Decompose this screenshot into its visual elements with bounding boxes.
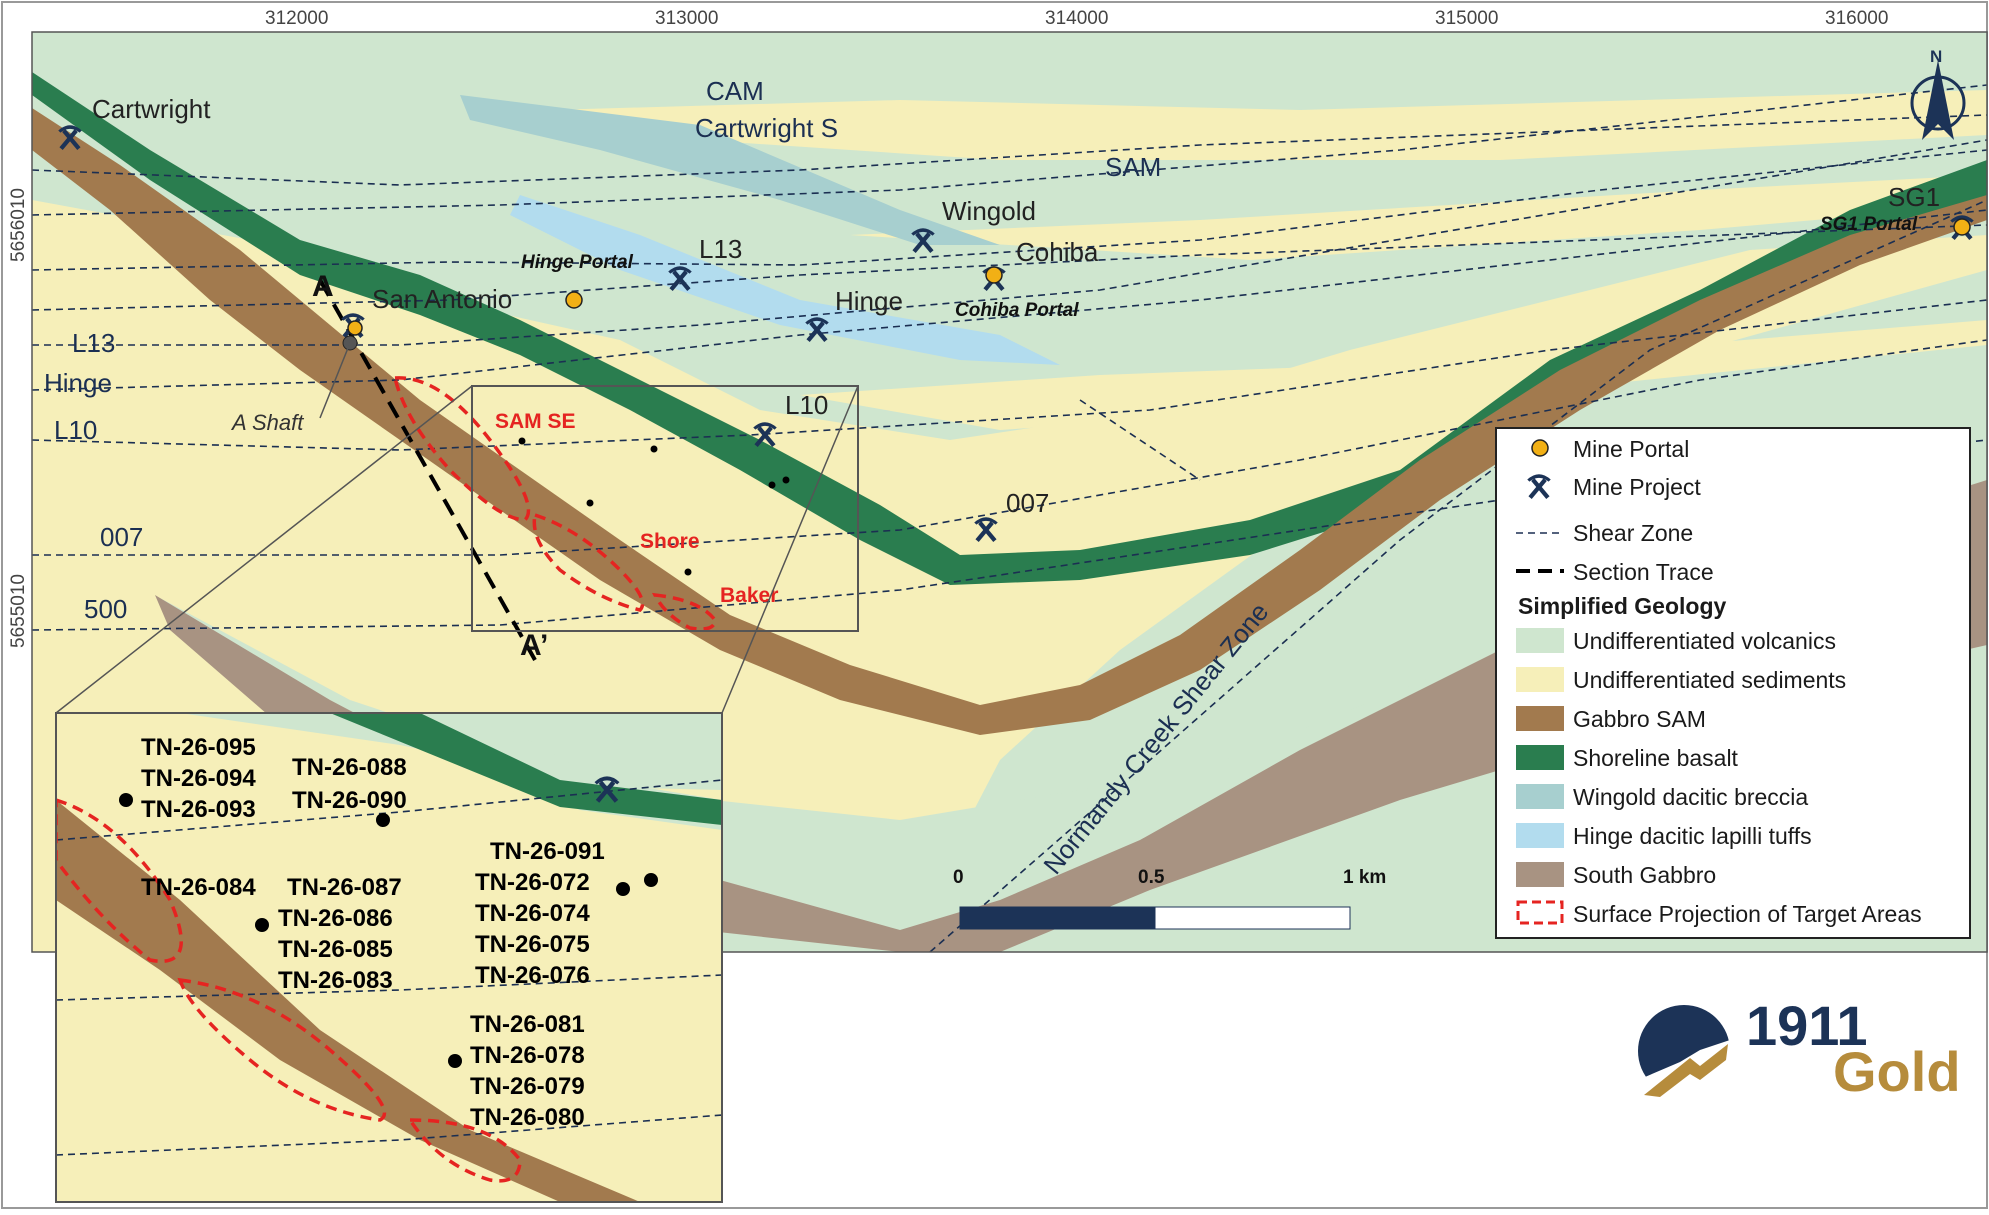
section-label-a-prime: A’	[520, 629, 548, 662]
hole-label: TN-26-088	[292, 754, 407, 781]
hole-label: TN-26-090	[292, 787, 407, 814]
map-svg: A A’ SAM SE Shore Baker CAM Cartwright S…	[1, 1, 1988, 1209]
hole-label: TN-26-091	[490, 838, 605, 865]
portal-marker	[985, 266, 1003, 284]
section-label-a: A	[312, 270, 334, 303]
hole-label: TN-26-087	[287, 874, 402, 901]
portal-marker	[347, 320, 363, 336]
geology-map-figure: A A’ SAM SE Shore Baker CAM Cartwright S…	[0, 0, 1989, 1210]
mine-label-007: 007	[1006, 488, 1049, 518]
target-label-sam-se: SAM SE	[495, 410, 576, 433]
logo-word: Gold	[1833, 1040, 1961, 1103]
scale-label-1km: 1 km	[1343, 867, 1386, 888]
portal-label-cohiba: Cohiba Portal	[955, 300, 1079, 321]
legend-target-areas: Surface Projection of Target Areas	[1573, 901, 1922, 927]
tick-northing: 5655010	[8, 574, 29, 648]
shear-label-cartwright-s: Cartwright S	[695, 113, 838, 143]
shear-label-007: 007	[100, 522, 143, 552]
legend-swatch	[1516, 862, 1564, 887]
legend-section-trace: Section Trace	[1573, 559, 1714, 585]
hole-label: TN-26-080	[470, 1104, 585, 1131]
scale-bar-dark	[959, 906, 1156, 930]
mine-label-san-antonio: San Antonio	[372, 284, 512, 314]
legend-portal-icon	[1531, 439, 1549, 457]
tick-easting: 312000	[265, 8, 328, 29]
mine-label-a-shaft: A Shaft	[230, 410, 304, 435]
target-label-shore: Shore	[640, 530, 700, 553]
hole-label: TN-26-093	[141, 796, 256, 823]
hole-label: TN-26-094	[141, 765, 256, 792]
hole-label: TN-26-078	[470, 1042, 585, 1069]
shear-label-cam: CAM	[706, 76, 764, 106]
hole-label: TN-26-081	[470, 1011, 585, 1038]
north-label: N	[1930, 47, 1942, 66]
scale-label-0: 0	[953, 867, 964, 888]
mine-label-sg1: SG1	[1888, 182, 1940, 212]
mine-label-l10: L10	[785, 390, 828, 420]
legend-wingold-breccia: Wingold dacitic breccia	[1573, 784, 1808, 810]
legend-hinge-tuffs: Hinge dacitic lapilli tuffs	[1573, 823, 1812, 849]
legend-swatch	[1516, 667, 1564, 692]
hole-group-1: TN-26-095 TN-26-094 TN-26-093	[141, 734, 256, 823]
legend-mine-project: Mine Project	[1573, 474, 1701, 500]
mine-label-cohiba: Cohiba	[1016, 237, 1099, 267]
shear-label-l10: L10	[54, 415, 97, 445]
tick-easting: 316000	[1825, 8, 1888, 29]
hole-label: TN-26-075	[475, 931, 590, 958]
legend-mine-portal: Mine Portal	[1573, 436, 1689, 462]
tick-easting: 313000	[655, 8, 718, 29]
portal-marker	[1953, 218, 1971, 236]
legend-undiff-volcanics: Undifferentiated volcanics	[1573, 628, 1836, 654]
hole-group-4: TN-26-084	[141, 874, 256, 901]
mine-label-l13: L13	[699, 234, 742, 264]
target-label-baker: Baker	[720, 584, 778, 607]
shear-label-sam: SAM	[1105, 152, 1161, 182]
shear-label-500: 500	[84, 594, 127, 624]
legend-gabbro-sam: Gabbro SAM	[1573, 706, 1706, 732]
mine-label-hinge: Hinge	[835, 286, 903, 316]
hole-label: TN-26-076	[475, 962, 590, 989]
hole-label: TN-26-085	[278, 936, 393, 963]
hole-group-3: TN-26-091 TN-26-072 TN-26-074 TN-26-075 …	[475, 838, 605, 989]
scale-label-half: 0.5	[1138, 867, 1165, 888]
hole-label: TN-26-084	[141, 874, 256, 901]
hole-label: TN-26-086	[278, 905, 393, 932]
tick-easting: 315000	[1435, 8, 1498, 29]
scale-bar-light	[1154, 906, 1351, 930]
portal-label-sg1: SG1 Portal	[1820, 214, 1918, 235]
shear-label-hinge: Hinge	[44, 368, 112, 398]
legend-swatch	[1516, 784, 1564, 809]
tick-northing: 5656010	[8, 188, 29, 262]
legend: Mine Portal Mine Project Shear Zone Sect…	[1495, 427, 1971, 939]
legend-shoreline-basalt: Shoreline basalt	[1573, 745, 1739, 771]
inset-map: TN-26-095 TN-26-094 TN-26-093 TN-26-088 …	[56, 713, 722, 1202]
legend-swatch	[1516, 628, 1564, 653]
portal-marker	[565, 291, 583, 309]
hole-label: TN-26-072	[475, 869, 590, 896]
legend-swatch	[1516, 823, 1564, 848]
mine-label-cartwright: Cartwright	[92, 94, 211, 124]
tick-easting: 314000	[1045, 8, 1108, 29]
hole-label: TN-26-079	[470, 1073, 585, 1100]
hole-label: TN-26-095	[141, 734, 256, 761]
portal-label-hinge: Hinge Portal	[521, 252, 634, 273]
hole-label: TN-26-074	[475, 900, 590, 927]
hole-label: TN-26-083	[278, 967, 393, 994]
legend-shear-zone: Shear Zone	[1573, 520, 1693, 546]
mine-label-wingold: Wingold	[942, 196, 1036, 226]
legend-swatch	[1516, 745, 1564, 770]
legend-swatch	[1516, 706, 1564, 731]
legend-geology-heading: Simplified Geology	[1518, 593, 1727, 619]
shear-label-l13: L13	[72, 328, 115, 358]
legend-undiff-sediments: Undifferentiated sediments	[1573, 667, 1846, 693]
legend-south-gabbro: South Gabbro	[1573, 862, 1716, 888]
